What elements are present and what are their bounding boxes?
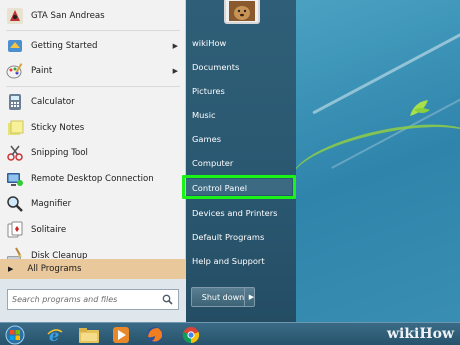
shutdown-options-arrow-icon[interactable]: ▶ <box>244 287 258 307</box>
snipping-tool-icon <box>5 143 25 163</box>
link-computer[interactable]: Computer <box>192 158 233 168</box>
program-label: Paint <box>31 66 53 77</box>
gta-icon <box>5 6 25 26</box>
wallpaper-leaf-icon <box>410 100 430 116</box>
program-label: Calculator <box>31 96 75 107</box>
sticky-notes-icon <box>5 118 25 138</box>
shutdown-label: Shut down <box>201 292 245 302</box>
getting-started-icon <box>5 36 25 56</box>
wikihow-watermark: wikiHow <box>386 326 454 342</box>
chrome-icon[interactable] <box>180 325 202 345</box>
search-icon[interactable] <box>162 290 173 309</box>
submenu-arrow-icon[interactable]: ▶ <box>173 67 178 75</box>
start-menu: GTA San Andreas Getting Started ▶ Paint … <box>0 0 296 322</box>
program-item-getting-started[interactable]: Getting Started ▶ <box>0 33 186 59</box>
firefox-icon[interactable] <box>144 325 166 345</box>
program-label: Solitaire <box>31 224 67 235</box>
file-explorer-icon[interactable] <box>76 325 102 345</box>
calculator-icon <box>5 92 25 112</box>
program-label: GTA San Andreas <box>31 11 105 21</box>
places-pane: wikiHow Documents Pictures Music Games C… <box>186 0 296 322</box>
user-avatar[interactable] <box>224 0 260 24</box>
start-orb-icon[interactable] <box>4 325 26 345</box>
paint-icon <box>5 61 25 81</box>
wallpaper-stem <box>285 110 460 210</box>
dog-avatar-icon <box>229 1 255 21</box>
search-input[interactable] <box>12 295 162 304</box>
link-music[interactable]: Music <box>192 110 216 120</box>
program-item-paint[interactable]: Paint ▶ <box>0 59 186 85</box>
link-documents[interactable]: Documents <box>192 62 239 72</box>
wallpaper-light-streak <box>331 73 460 169</box>
program-item-remote-desktop[interactable]: Remote Desktop Connection <box>0 166 186 192</box>
program-label: Getting Started <box>31 40 98 51</box>
link-control-panel[interactable]: Control Panel <box>192 183 247 193</box>
link-devices-printers[interactable]: Devices and Printers <box>192 208 278 218</box>
link-pictures[interactable]: Pictures <box>192 86 225 96</box>
program-label: Remote Desktop Connection <box>31 173 154 184</box>
programs-pane: GTA San Andreas Getting Started ▶ Paint … <box>0 0 186 322</box>
wallpaper-light-streak <box>312 8 460 115</box>
remote-desktop-icon <box>5 169 25 189</box>
link-help-support[interactable]: Help and Support <box>192 256 265 266</box>
program-label: Magnifier <box>31 199 72 210</box>
search-box[interactable] <box>7 289 179 310</box>
link-default-programs[interactable]: Default Programs <box>192 232 264 242</box>
program-list: GTA San Andreas Getting Started ▶ Paint … <box>0 4 186 268</box>
all-programs-button[interactable]: ▶ All Programs <box>0 259 186 279</box>
divider <box>6 86 180 88</box>
program-item-calculator[interactable]: Calculator <box>0 89 186 115</box>
program-item-solitaire[interactable]: Solitaire <box>0 217 186 243</box>
program-item-sticky-notes[interactable]: Sticky Notes <box>0 115 186 141</box>
link-games[interactable]: Games <box>192 134 221 144</box>
program-label: Sticky Notes <box>31 122 85 133</box>
divider <box>6 30 180 31</box>
all-programs-label: All Programs <box>27 264 82 274</box>
program-item-snipping-tool[interactable]: Snipping Tool <box>0 140 186 166</box>
solitaire-icon <box>5 220 25 240</box>
play-arrow-icon: ▶ <box>8 265 14 273</box>
program-item-magnifier[interactable]: Magnifier <box>0 192 186 218</box>
submenu-arrow-icon[interactable]: ▶ <box>173 42 178 50</box>
media-player-icon[interactable] <box>110 325 132 345</box>
link-wikihow[interactable]: wikiHow <box>192 38 226 48</box>
internet-explorer-icon[interactable]: e <box>44 325 66 345</box>
search-area <box>0 279 186 322</box>
magnifier-icon <box>5 194 25 214</box>
program-label: Snipping Tool <box>31 148 88 159</box>
svg-text:e: e <box>49 326 59 344</box>
program-item-gta[interactable]: GTA San Andreas <box>0 4 186 28</box>
